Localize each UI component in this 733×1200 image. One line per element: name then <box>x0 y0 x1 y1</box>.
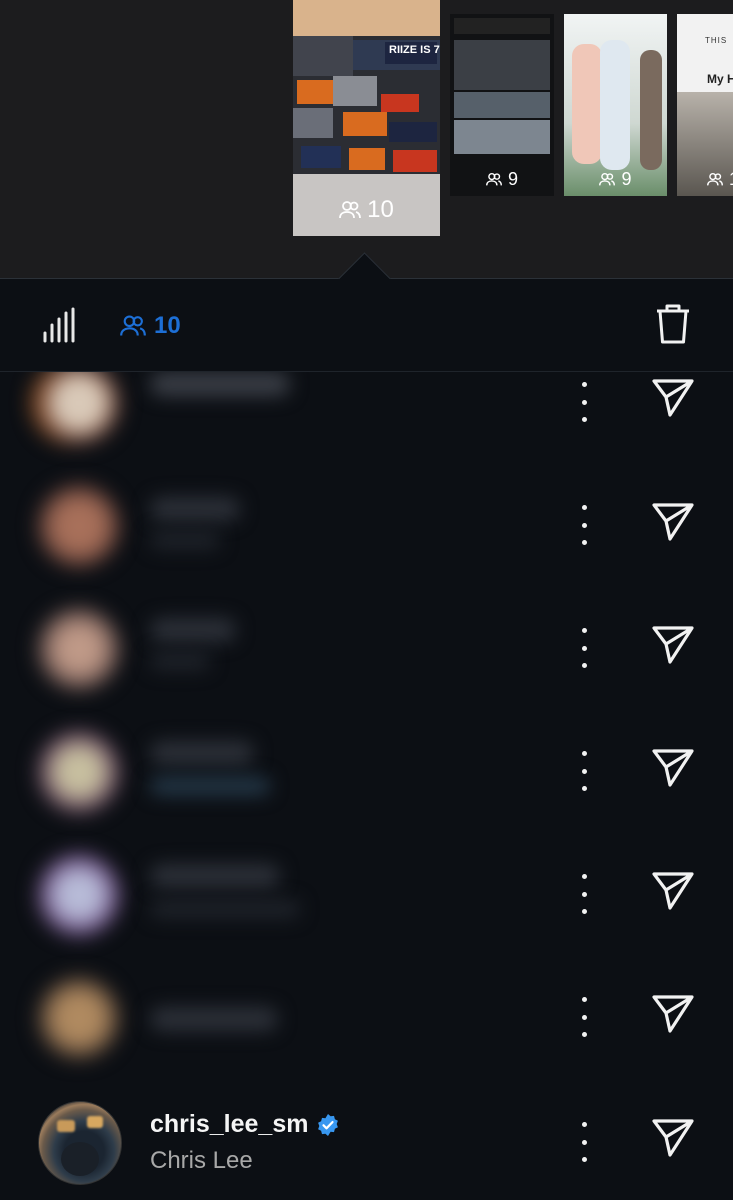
send-icon[interactable] <box>650 991 696 1037</box>
full-name: Chris Lee <box>150 1147 253 1174</box>
trash-icon[interactable] <box>654 303 692 345</box>
story-thumbnail[interactable]: 9 <box>564 14 667 196</box>
story-viewer-count: 9 <box>450 169 554 190</box>
viewers-tab[interactable]: 10 <box>120 312 181 340</box>
viewer-row[interactable] <box>0 461 733 585</box>
viewer-row[interactable] <box>0 584 733 708</box>
story-thumbnail[interactable]: 9 <box>450 14 554 196</box>
more-options-button[interactable] <box>574 874 594 914</box>
people-icon <box>599 172 616 186</box>
send-icon[interactable] <box>650 745 696 791</box>
avatar <box>38 977 120 1059</box>
story-overlay-title: My Ho <box>707 72 733 86</box>
username[interactable]: chris_lee_sm <box>150 1110 308 1139</box>
more-options-button[interactable] <box>574 751 594 791</box>
story-viewer-count: 1 <box>677 169 733 190</box>
more-options-button[interactable] <box>574 505 594 545</box>
more-options-button[interactable] <box>574 997 594 1037</box>
story-viewer-count: 10 <box>293 196 440 224</box>
avatar <box>38 608 120 690</box>
viewers-count: 10 <box>154 312 181 339</box>
story-thumbnail[interactable]: THIS My Ho 1 <box>677 14 733 196</box>
more-options-button[interactable] <box>574 1122 594 1162</box>
story-collage-image: RIIZE IS 7 <box>293 36 440 174</box>
send-icon[interactable] <box>650 499 696 545</box>
bar-chart-icon[interactable] <box>42 307 76 343</box>
avatar <box>38 854 120 936</box>
verified-badge-icon <box>318 1113 339 1136</box>
avatar <box>38 485 120 567</box>
viewer-row[interactable] <box>0 707 733 831</box>
story-viewer-count: 9 <box>564 169 667 190</box>
story-strip: RIIZE IS 7 10 9 9 THIS My <box>0 0 733 279</box>
people-icon <box>120 315 146 336</box>
people-icon <box>339 201 362 219</box>
send-icon[interactable] <box>650 622 696 668</box>
people-icon <box>707 172 723 186</box>
story-overlay-text: RIIZE IS 7 <box>389 44 440 56</box>
viewers-toolbar <box>0 279 733 372</box>
story-overlay-heading: THIS <box>705 36 728 45</box>
more-options-button[interactable] <box>574 628 594 668</box>
send-icon[interactable] <box>650 375 696 421</box>
viewer-row[interactable] <box>0 830 733 954</box>
send-icon[interactable] <box>650 1115 696 1161</box>
avatar[interactable] <box>38 1101 122 1185</box>
avatar <box>38 362 120 444</box>
more-options-button[interactable] <box>574 382 594 422</box>
send-icon[interactable] <box>650 868 696 914</box>
viewer-row[interactable] <box>0 953 733 1077</box>
people-icon <box>485 172 502 186</box>
story-thumbnail-selected[interactable]: RIIZE IS 7 10 <box>293 0 440 236</box>
avatar <box>38 731 120 813</box>
